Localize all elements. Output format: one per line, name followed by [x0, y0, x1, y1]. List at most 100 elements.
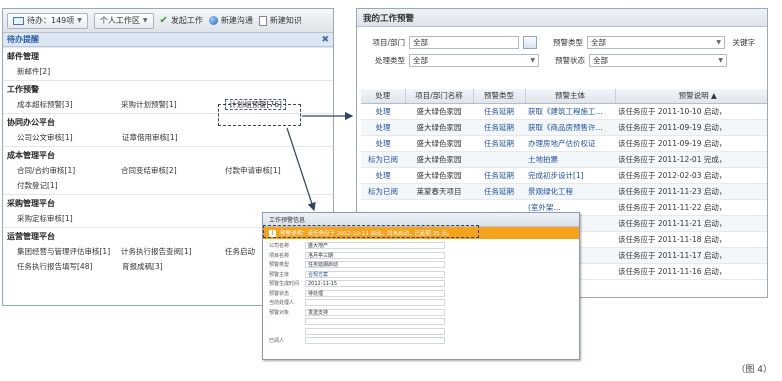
- table-cell: 任务延期: [473, 135, 525, 152]
- sort-up-icon: ▲: [711, 91, 717, 101]
- table-row: 标为已阅 莱蒙春天项目 任务延期 景观绿化工程 该任务应于 2011-11-23 启动，: [361, 183, 767, 200]
- start-work-button[interactable]: ✔ 发起工作: [160, 15, 203, 26]
- popup-field: 预警类型 任务延期启动: [263, 260, 579, 270]
- table-cell: 盛大绿色家园: [405, 103, 473, 120]
- table-row: 处理 盛大绿色家园 任务延期 完成初步设计[1] 该任务应于 2012-02-03 启动…: [361, 167, 767, 184]
- project-picker-button[interactable]: [523, 35, 537, 49]
- project-field[interactable]: 全部: [409, 35, 519, 49]
- chevron-down-icon: ▼: [718, 56, 723, 64]
- table-cell: 该任务应于 2011-11-21 启动，: [615, 215, 767, 232]
- section-title: 采购管理平台: [3, 194, 333, 212]
- todo-link[interactable]: 证章借用审核[1]: [122, 132, 227, 143]
- table-row: 标为已阅 盛大绿色家园 土地拍票 该任务应于 2011-12-01 完成，: [361, 151, 767, 168]
- todo-count-dropdown[interactable]: 待办：149项 ▼: [7, 12, 88, 29]
- table-cell: 盛大绿色家园: [405, 151, 473, 168]
- section-title: 邮件管理: [3, 47, 333, 65]
- table-cell: 该任务应于 2011-12-01 完成，: [615, 151, 767, 168]
- popup-field: [263, 317, 579, 327]
- subject-link[interactable]: 获取《建筑工程施工...: [525, 103, 615, 120]
- new-flow-button[interactable]: 新建沟通: [208, 15, 253, 26]
- panel-title: 我的工作预警: [357, 9, 767, 27]
- table-row: 处理 盛大绿色家园 任务延期 获取《商品房预售许... 该任务应于 2011-09-19…: [361, 119, 767, 136]
- workspace-dropdown[interactable]: 个人工作区 ▼: [93, 12, 154, 29]
- section-cost: 成本管理平台 合同/合约审核[1] 合同变结审核[2] 付款申请审核[1] 付款…: [3, 146, 333, 194]
- popup-field: 当前处理人: [263, 298, 579, 308]
- globe-icon: [208, 16, 218, 25]
- table-cell: 该任务应于 2011-11-17 启动，: [615, 247, 767, 264]
- action-link[interactable]: 处理: [361, 167, 405, 184]
- table-cell: 盛大绿色家园: [405, 119, 473, 136]
- todo-link[interactable]: 合同/合约审核[1]: [17, 165, 121, 176]
- popup-field: 已阅人: [263, 336, 579, 346]
- chevron-down-icon: ▼: [77, 17, 82, 24]
- popup-field: 项目名称 洛月亭三期: [263, 251, 579, 261]
- todo-link[interactable]: 付款申请审核[1]: [225, 165, 329, 176]
- subject-link[interactable]: 完成初步设计[1]: [525, 167, 615, 184]
- subject-link[interactable]: 土地拍票: [525, 151, 615, 168]
- table-cell: 任务延期: [473, 119, 525, 136]
- action-link[interactable]: 处理: [361, 119, 405, 136]
- filter-bar: 项目/部门 全部 预警类型 全部 ▼ 关键字 处理类型 全部 ▼ 预警状态 全部…: [372, 35, 755, 67]
- todo-link[interactable]: 集团经营与管理评估审核[1]: [17, 246, 121, 257]
- highlight-box: [263, 225, 479, 238]
- section-title: 成本管理平台: [3, 146, 333, 164]
- action-link[interactable]: 处理: [361, 103, 405, 120]
- mail-icon: [13, 16, 24, 25]
- todo-header: 待办提醒 ✖: [3, 33, 333, 47]
- table-cell: 任务延期: [473, 167, 525, 184]
- todo-link[interactable]: 任务执行报告填写[48]: [17, 261, 122, 272]
- popup-field: 预警对象 发送支持: [263, 308, 579, 318]
- table-cell: 该任务应于 2011-11-23 启动，: [615, 183, 767, 200]
- table-cell: 该任务应于 2011-09-19 启动，: [615, 135, 767, 152]
- table-cell: 莱蒙春天项目: [405, 183, 473, 200]
- popup-field: [263, 327, 579, 337]
- todo-link[interactable]: 公司公文审核[1]: [17, 132, 122, 143]
- table-cell: [473, 151, 525, 168]
- figure-caption: （图 4）: [736, 365, 772, 375]
- todo-link[interactable]: 合同变结审核[2]: [121, 165, 225, 176]
- table-cell: 该任务应于 2011-11-18 启动，: [615, 231, 767, 248]
- todo-link[interactable]: 成本超标预警[3]: [17, 99, 121, 110]
- popup-field: 公司名称 盛大地产: [263, 241, 579, 251]
- todo-link[interactable]: 付款登记[1]: [17, 180, 122, 191]
- table-cell: 该任务应于 2011-09-19 启动，: [615, 119, 767, 136]
- handle-type-select[interactable]: 全部 ▼: [409, 53, 539, 67]
- document-icon: [258, 15, 267, 26]
- warn-type-select[interactable]: 全部 ▼: [587, 35, 725, 49]
- subject-link[interactable]: 景观绿化工程: [525, 183, 615, 200]
- subject-link[interactable]: 办理房地产估价权证: [525, 135, 615, 152]
- warn-status-select[interactable]: 全部 ▼: [589, 53, 727, 67]
- popup-field: 预警生成时间 2012-11-15: [263, 279, 579, 289]
- todo-link[interactable]: 新邮件[2]: [17, 66, 122, 77]
- table-cell: 盛大绿色家园: [405, 135, 473, 152]
- section-mail: 邮件管理 新邮件[2]: [3, 47, 333, 80]
- todo-link[interactable]: 育报成稿[3]: [122, 261, 227, 272]
- table-cell: 盛大绿色家园: [405, 167, 473, 184]
- action-link[interactable]: 标为已阅: [361, 151, 405, 168]
- table-cell: 任务延期: [473, 183, 525, 200]
- subject-link[interactable]: 获取《商品房预售许...: [525, 119, 615, 136]
- todo-link[interactable]: 采购计划预警[1]: [121, 99, 225, 110]
- table-cell: 该任务应于 2011-11-22 启动，: [615, 199, 767, 216]
- popup-field: 预警状态 待处理: [263, 289, 579, 299]
- action-link[interactable]: 标为已阅: [361, 183, 405, 200]
- table-cell: 该任务应于 2011-10-10 启动，: [615, 103, 767, 120]
- table-header: 处理 项目/部门名称 预警类型 预警主体 预警说明 ▲: [361, 89, 767, 104]
- chevron-down-icon: ▼: [530, 56, 535, 64]
- table-row: 处理 盛大绿色家园 任务延期 获取《建筑工程施工... 该任务应于 2011-10-10…: [361, 103, 767, 120]
- popup-field: 预警主体 合规方案: [263, 270, 579, 280]
- action-link[interactable]: 处理: [361, 135, 405, 152]
- check-icon: ✔: [159, 15, 168, 26]
- highlight-box: [218, 104, 301, 126]
- todo-link[interactable]: 采购定标审核[1]: [17, 213, 122, 224]
- close-icon[interactable]: ✖: [321, 35, 329, 45]
- table-row: 处理 盛大绿色家园 任务延期 办理房地产估价权证 该任务应于 2011-09-19 启动…: [361, 135, 767, 152]
- todo-link[interactable]: 计务执行报告查阅[1]: [121, 246, 225, 257]
- section-title: 工作预警: [3, 80, 333, 98]
- new-knowledge-button[interactable]: 新建知识: [258, 15, 302, 26]
- chevron-down-icon: ▼: [142, 17, 148, 24]
- table-cell: 该任务应于 2012-02-03 启动，: [615, 167, 767, 184]
- top-toolbar: 待办：149项 ▼ 个人工作区 ▼ ✔ 发起工作 新建沟通 新建知识: [3, 9, 333, 33]
- table-cell: 该任务应于 2011-11-16 启动，: [615, 263, 767, 280]
- table-cell: 任务延期: [473, 103, 525, 120]
